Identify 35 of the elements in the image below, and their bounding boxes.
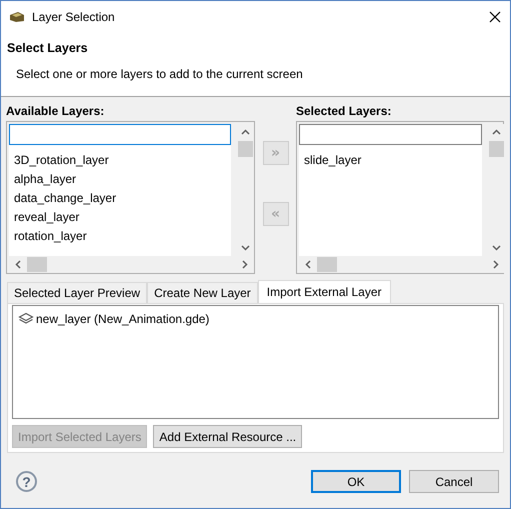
scrollbar-thumb[interactable] [27,257,47,272]
scroll-right-icon [491,260,500,269]
scroll-up-icon [492,128,501,137]
tab[interactable]: Create New Layer [147,282,258,303]
scroll-up-icon [241,128,250,137]
dialog-description: Select one or more layers to add to the current screen [15,67,304,81]
layers-icon [18,312,34,325]
scroll-down-icon [241,243,250,252]
ok-button[interactable]: OK [311,470,401,493]
scroll-right-icon [240,260,249,269]
list-label: Available Layers: [6,104,106,118]
tab[interactable]: Import External Layer [258,280,391,303]
window-title: Layer Selection [32,10,116,24]
list-item[interactable]: alpha_layer [14,170,231,189]
scrollbar-thumb[interactable] [238,141,253,157]
list-item[interactable]: rotation_layer [14,227,231,246]
scroll-left-icon [304,260,313,269]
scrollbar-thumb[interactable] [489,141,504,157]
close-icon [488,10,502,24]
filter-field[interactable] [299,124,482,145]
scrollbar-thumb[interactable] [317,257,337,272]
filter-field[interactable] [9,124,231,145]
list-item[interactable]: 3D_rotation_layer [14,151,231,170]
cancel-button[interactable]: Cancel [409,470,499,493]
help-button[interactable]: ? [16,471,37,492]
dialog-heading: Select Layers [7,41,89,55]
list-label: Selected Layers: [296,104,392,118]
list-item[interactable]: slide_layer [304,151,482,170]
tab[interactable]: Selected Layer Preview [7,282,148,303]
scroll-left-icon [14,260,23,269]
list-item[interactable]: new_layer (New_Animation.gde) [36,312,210,326]
list-item[interactable]: data_change_layer [14,189,231,208]
list-item[interactable]: reveal_layer [14,208,231,227]
add-resource-button[interactable]: Add External Resource ... [153,425,302,448]
scroll-down-icon [492,243,501,252]
